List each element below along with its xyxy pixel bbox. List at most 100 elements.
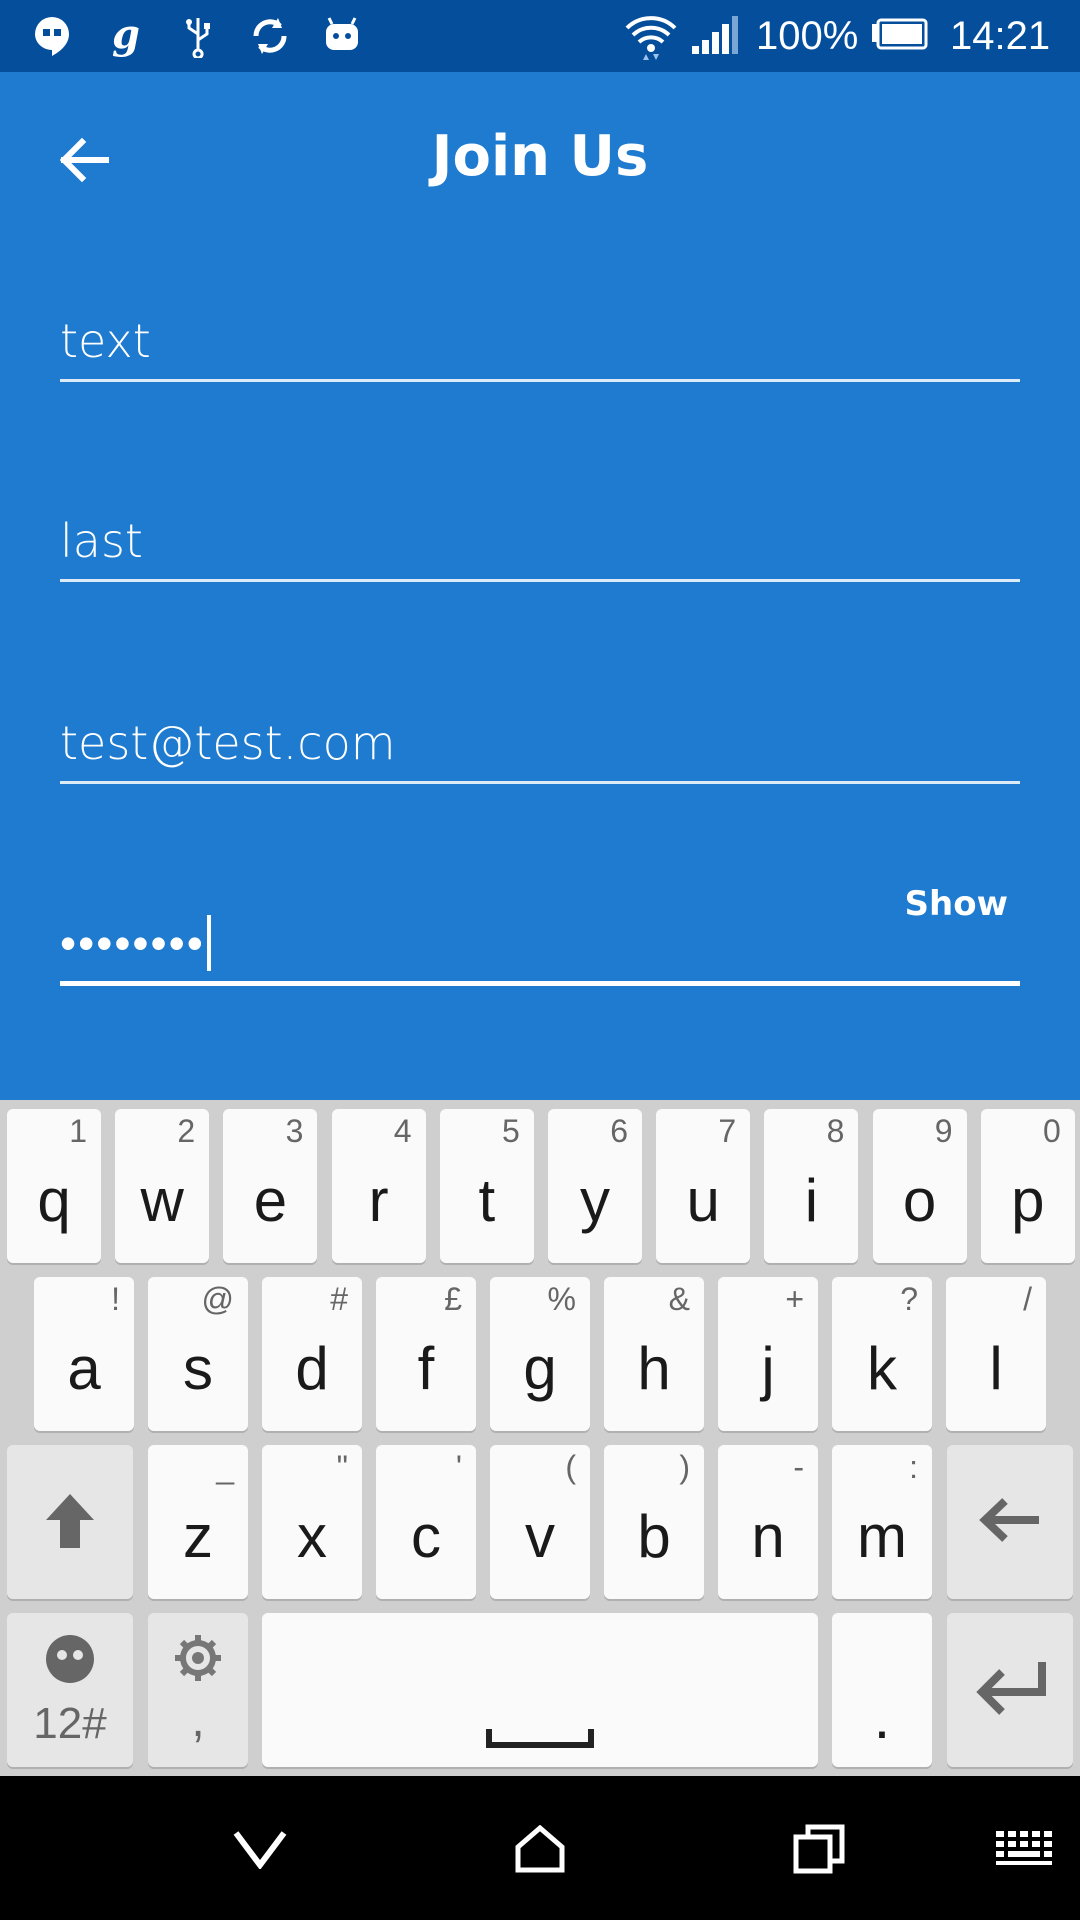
nav-recents-button[interactable] <box>775 1806 865 1896</box>
enter-key[interactable] <box>947 1613 1073 1767</box>
key-label: s <box>183 1335 213 1402</box>
key-c[interactable]: ' c <box>376 1445 476 1599</box>
battery-icon <box>870 14 928 58</box>
keyboard-icon <box>994 1829 1054 1873</box>
key-hint: 9 <box>934 1113 953 1149</box>
enter-arrow-icon <box>970 1658 1050 1722</box>
key-k[interactable]: ? k <box>832 1277 932 1431</box>
nav-home-button[interactable] <box>495 1806 585 1896</box>
backspace-arrow-icon <box>975 1495 1045 1549</box>
key-label: i <box>804 1167 819 1234</box>
key-label: x <box>297 1503 327 1570</box>
key-hint: # <box>330 1281 348 1317</box>
usb-icon <box>176 14 220 60</box>
soft-keyboard: 1 q 2 w 3 e 4 r 5 t 6 y 7 u 8 i 9 o 0 p! a @ s # d £ f% g & h + j? k / l _ z… <box>0 1100 1080 1776</box>
key-hint: ! <box>111 1281 120 1317</box>
key-label: g <box>523 1335 557 1402</box>
key-s[interactable]: @ s <box>148 1277 248 1431</box>
key-hint: 6 <box>610 1113 628 1149</box>
key-r[interactable]: 4r <box>331 1109 426 1263</box>
key-x[interactable]: " x <box>262 1445 362 1599</box>
nav-keyboard-button[interactable] <box>974 1806 1074 1896</box>
key-label: k <box>867 1335 897 1402</box>
hangouts-icon <box>30 14 74 58</box>
svg-text:g: g <box>112 14 140 58</box>
key-hint: £ <box>444 1281 462 1317</box>
backspace-key[interactable] <box>947 1445 1073 1599</box>
first-name-value: text <box>60 314 151 368</box>
space-key[interactable] <box>262 1613 818 1767</box>
key-e[interactable]: 3e <box>223 1109 318 1263</box>
key-hint: - <box>793 1449 804 1485</box>
status-bar: g 100% 14:21 <box>0 0 1080 72</box>
key-label: f <box>417 1335 435 1402</box>
key-w[interactable]: 2w <box>115 1109 210 1263</box>
key-m[interactable]: :m <box>832 1445 932 1599</box>
key-p[interactable]: 0p <box>980 1109 1075 1263</box>
key-a[interactable]: ! a <box>34 1277 134 1431</box>
key-label: l <box>989 1335 1003 1402</box>
emoji-face-icon <box>44 1633 96 1689</box>
key-label: r <box>368 1167 389 1234</box>
key-hint: : <box>909 1449 918 1485</box>
key-hint: ) <box>679 1449 690 1485</box>
key-h[interactable]: & h <box>604 1277 704 1431</box>
key-v[interactable]: (v <box>490 1445 590 1599</box>
join-screen: Join Us text last test@test.com Show •••… <box>0 72 1080 1100</box>
key-z[interactable]: _ z <box>148 1445 248 1599</box>
key-hint: ? <box>900 1281 918 1317</box>
key-d[interactable]: # d <box>262 1277 362 1431</box>
key-u[interactable]: 7u <box>656 1109 751 1263</box>
first-name-field[interactable]: text <box>60 310 1020 382</box>
key-label: q <box>37 1167 71 1234</box>
key-hint: 2 <box>177 1113 196 1149</box>
key-label: y <box>580 1167 610 1234</box>
key-q[interactable]: 1q <box>7 1109 101 1263</box>
key-label: v <box>525 1503 555 1570</box>
settings-comma-key[interactable]: , <box>148 1613 248 1767</box>
key-hint: / <box>1023 1281 1032 1317</box>
key-hint: 0 <box>1043 1113 1061 1149</box>
key-hint: 1 <box>69 1113 87 1149</box>
period-key[interactable]: . <box>832 1613 932 1767</box>
password-field[interactable]: •••••••• <box>60 914 1020 986</box>
key-label: n <box>751 1503 785 1570</box>
last-name-field[interactable]: last <box>60 510 1020 582</box>
nav-back-button[interactable] <box>215 1806 305 1896</box>
key-l[interactable]: / l <box>946 1277 1046 1431</box>
key-label: b <box>637 1503 671 1570</box>
key-n[interactable]: -n <box>718 1445 818 1599</box>
key-y[interactable]: 6y <box>548 1109 642 1263</box>
back-chevron-icon <box>232 1829 288 1873</box>
key-label: h <box>637 1335 671 1402</box>
key-i[interactable]: 8i <box>764 1109 859 1263</box>
key-hint: " <box>336 1449 348 1485</box>
key-label: o <box>902 1167 937 1234</box>
key-label: w <box>140 1167 184 1234</box>
key-label: u <box>686 1167 720 1234</box>
key-g[interactable]: % g <box>490 1277 590 1431</box>
key-label: d <box>295 1335 329 1402</box>
key-o[interactable]: 9o <box>872 1109 967 1263</box>
android-icon <box>320 14 364 58</box>
gear-icon <box>173 1633 223 1687</box>
goodreads-icon: g <box>104 11 148 58</box>
comma-label: , <box>191 1694 205 1747</box>
key-b[interactable]: ) b <box>604 1445 704 1599</box>
key-label: t <box>478 1167 496 1234</box>
key-j[interactable]: + j <box>718 1277 818 1431</box>
key-t[interactable]: 5t <box>439 1109 534 1263</box>
wifi-icon <box>624 14 678 60</box>
symbols-key[interactable]: 12# <box>7 1613 133 1767</box>
key-hint: 3 <box>285 1113 304 1149</box>
shift-key[interactable] <box>7 1445 133 1599</box>
shift-arrow-icon <box>40 1488 100 1556</box>
email-field[interactable]: test@test.com <box>60 712 1020 784</box>
key-label: c <box>411 1503 441 1570</box>
key-label: a <box>67 1335 101 1402</box>
text-cursor <box>206 915 211 971</box>
key-hint: 8 <box>826 1113 845 1149</box>
home-icon <box>514 1824 566 1877</box>
key-hint: ( <box>565 1449 576 1485</box>
key-f[interactable]: £ f <box>376 1277 476 1431</box>
